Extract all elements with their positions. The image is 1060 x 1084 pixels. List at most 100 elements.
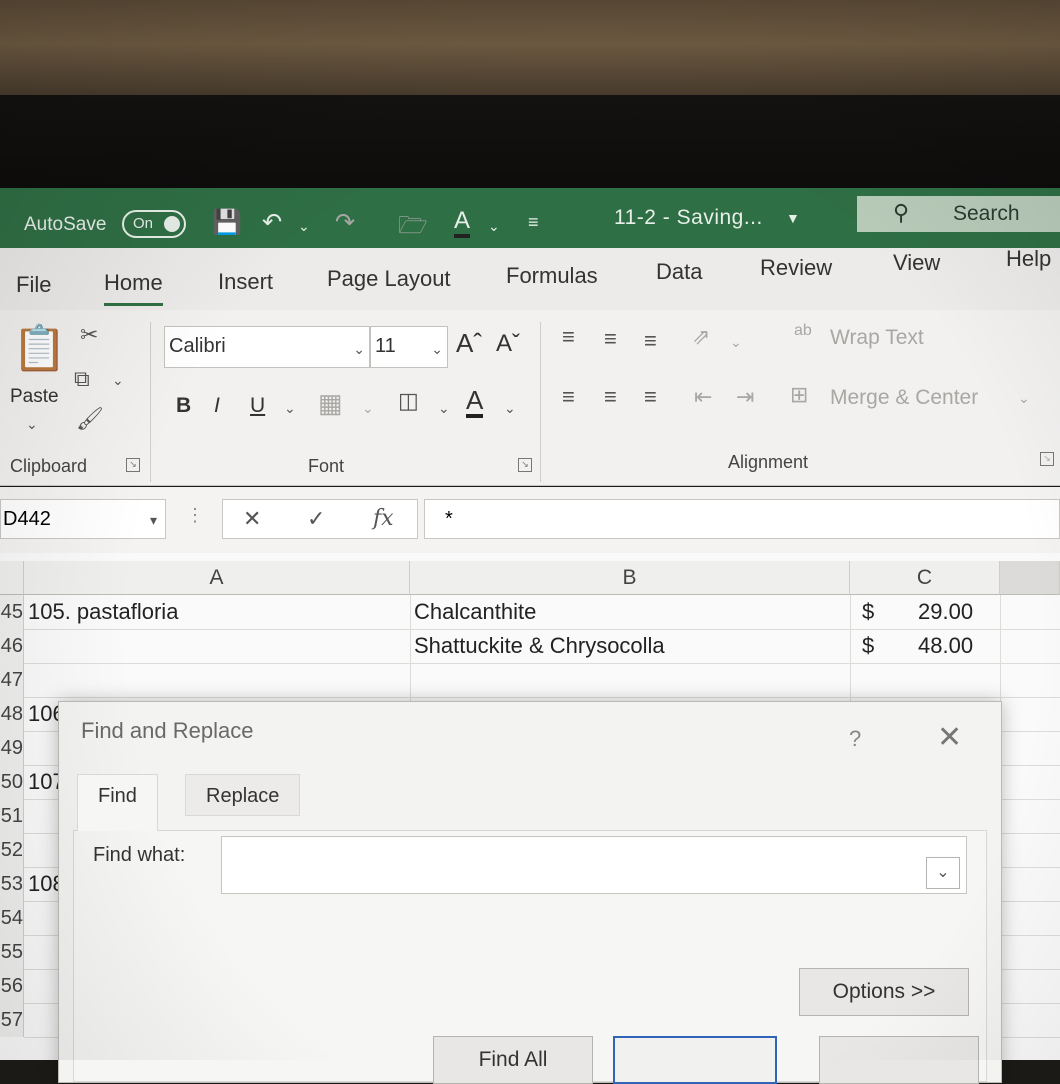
increase-indent-icon[interactable]: ⇥ [736,384,754,410]
undo-icon[interactable]: ↶ [262,208,282,237]
row-header[interactable]: 53 [0,867,24,901]
cell-c-currency[interactable]: $ [862,633,874,659]
copy-dropdown-icon[interactable]: ⌄ [112,372,124,389]
borders-icon[interactable]: ▦ [318,388,343,419]
paste-dropdown-icon[interactable]: ⌄ [26,416,38,433]
font-color-button[interactable]: A [466,386,484,418]
row-header[interactable]: 48 [0,697,24,731]
cut-icon[interactable]: ✂ [80,322,98,348]
align-center-icon[interactable]: ≡ [604,384,617,410]
font-size-box[interactable]: 11 ⌄ [370,326,448,368]
autosave-toggle[interactable]: On [122,210,186,238]
find-next-button[interactable] [613,1036,777,1084]
select-all-corner[interactable] [0,561,24,595]
row-header[interactable]: 56 [0,969,24,1003]
row-header[interactable]: 55 [0,935,24,969]
format-painter-icon[interactable]: 🖌 [76,406,104,432]
alignment-group-label: Alignment [728,452,809,472]
column-header-d[interactable] [1000,561,1060,595]
cell-c-value[interactable]: 29.00 [918,599,973,625]
tab-view[interactable]: View [893,250,940,276]
column-header-a[interactable]: A [24,561,410,595]
tab-replace[interactable]: Replace [185,774,301,816]
row-header[interactable]: 46 [0,629,24,663]
merge-center-button[interactable]: Merge & Center [830,386,978,410]
align-top-icon[interactable]: ≡ [562,324,575,350]
tab-data[interactable]: Data [656,259,702,285]
orientation-icon[interactable]: ⇗ [692,324,710,350]
font-name-box[interactable]: Calibri ⌄ [164,326,370,368]
font-color-qat-dropdown-icon[interactable]: ⌄ [488,218,500,235]
close-button[interactable] [819,1036,979,1084]
column-header-b[interactable]: B [410,561,850,595]
clipboard-launcher-icon[interactable]: ↘ [126,458,140,472]
shrink-font-button[interactable]: Aˇ [496,330,520,358]
document-title[interactable]: 11-2 - Saving... [614,206,763,230]
row-header[interactable]: 45 [0,595,24,629]
fill-color-dropdown-icon[interactable]: ⌄ [438,400,450,417]
formula-input[interactable]: * [424,499,1060,539]
paste-label[interactable]: Paste [10,386,59,408]
merge-center-dropdown-icon[interactable]: ⌄ [1018,390,1030,407]
enter-entry-icon[interactable]: ✓ [307,506,325,532]
align-right-icon[interactable]: ≡ [644,384,657,410]
fill-color-icon[interactable]: ◫ [398,388,419,414]
tab-formulas[interactable]: Formulas [506,263,598,289]
orientation-dropdown-icon[interactable]: ⌄ [730,334,742,351]
italic-button[interactable]: I [214,394,220,418]
tab-review[interactable]: Review [760,255,832,281]
font-launcher-icon[interactable]: ↘ [518,458,532,472]
font-size-dropdown-icon[interactable]: ⌄ [431,341,443,358]
tab-page-layout[interactable]: Page Layout [327,266,451,292]
row-header[interactable]: 52 [0,833,24,867]
bold-button[interactable]: B [176,394,191,418]
grow-font-button[interactable]: Aˆ [456,328,482,359]
find-all-button[interactable]: Find All [433,1036,593,1084]
find-what-input[interactable]: ⌄ [221,836,967,894]
cell-a[interactable]: 105. pastafloria [28,599,178,625]
row-header[interactable]: 54 [0,901,24,935]
close-icon[interactable]: ✕ [937,720,962,755]
align-middle-icon[interactable]: ≡ [604,326,617,352]
options-button[interactable]: Options >> [799,968,969,1016]
column-header-c[interactable]: C [850,561,1000,595]
copy-icon[interactable]: ⧉ [74,366,90,392]
title-dropdown-icon[interactable]: ▼ [786,210,800,226]
tab-help[interactable]: Help [1006,246,1051,272]
tab-insert[interactable]: Insert [218,269,273,295]
find-history-dropdown-icon[interactable]: ⌄ [926,857,960,889]
borders-dropdown-icon[interactable]: ⌄ [362,400,374,417]
customize-qat-icon[interactable]: ≡ [528,212,539,233]
insert-function-icon[interactable]: fx [373,506,394,531]
cell-c-currency[interactable]: $ [862,599,874,625]
help-icon[interactable]: ? [849,726,861,752]
underline-dropdown-icon[interactable]: ⌄ [284,400,296,417]
search-box[interactable]: ⚲ Search [857,196,1060,232]
row-header[interactable]: 50 [0,765,24,799]
font-name-dropdown-icon[interactable]: ⌄ [353,341,365,358]
cell-c-value[interactable]: 48.00 [918,633,973,659]
align-left-icon[interactable]: ≡ [562,384,575,410]
tab-file[interactable]: File [16,272,51,298]
row-header[interactable]: 47 [0,663,24,697]
name-box-dropdown-icon[interactable]: ▾ [150,512,157,529]
name-box[interactable]: D442 ▾ [0,499,166,539]
wrap-text-button[interactable]: Wrap Text [830,326,924,350]
paste-icon[interactable]: 📋 [12,322,67,374]
underline-button[interactable]: U [250,394,265,418]
cell-b[interactable]: Chalcanthite [414,599,536,625]
font-color-dropdown-icon[interactable]: ⌄ [504,400,516,417]
cell-b[interactable]: Shattuckite & Chrysocolla [414,633,665,659]
cancel-entry-icon[interactable]: ✕ [243,506,261,532]
row-header[interactable]: 51 [0,799,24,833]
row-header[interactable]: 57 [0,1003,24,1037]
decrease-indent-icon[interactable]: ⇤ [694,384,712,410]
tab-find[interactable]: Find [77,774,158,831]
font-color-qat-icon[interactable]: A [454,208,471,238]
align-bottom-icon[interactable]: ≡ [644,328,657,354]
row-header[interactable]: 49 [0,731,24,765]
tab-home[interactable]: Home [104,270,163,306]
save-icon[interactable]: 💾 [212,208,242,237]
alignment-launcher-icon[interactable]: ↘ [1040,452,1054,466]
undo-dropdown-icon[interactable]: ⌄ [298,218,310,235]
